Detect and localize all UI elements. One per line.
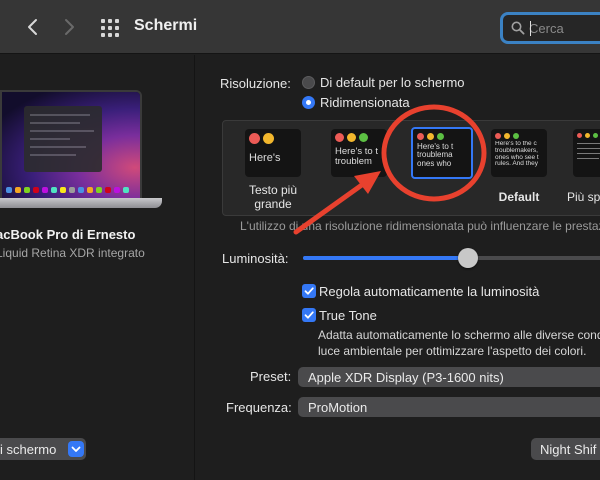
device-name: acBook Pro di Ernesto (0, 227, 136, 242)
display-sidebar: acBook Pro di Ernesto Liquid Retina XDR … (0, 55, 195, 480)
forward-button[interactable] (58, 15, 80, 39)
text-caret (530, 21, 531, 36)
display-settings-panel: Risoluzione: Di default per lo schermo R… (196, 55, 600, 480)
scale-sample-text: Here's to t troublema ones who (417, 143, 454, 168)
refresh-rate-popup[interactable]: ProMotion (298, 397, 600, 417)
night-shift-button[interactable]: Night Shif (531, 438, 600, 460)
brightness-slider[interactable] (303, 248, 600, 268)
scale-option-3[interactable]: Here's to t troublema ones who (411, 127, 473, 179)
scale-sample-text: Here's to t troublem (335, 147, 378, 167)
display-settings-label: i schermo (0, 442, 57, 457)
search-field[interactable] (500, 12, 600, 44)
scale-warning-note: L'utilizzo di una risoluzione ridimensio… (240, 219, 600, 233)
resolution-scaled-label: Ridimensionata (320, 95, 410, 110)
back-button[interactable] (22, 15, 44, 39)
refresh-rate-value: ProMotion (308, 400, 368, 415)
true-tone-label: True Tone (319, 308, 377, 323)
display-settings-button[interactable]: i schermo (0, 438, 86, 460)
laptop-screen (0, 90, 142, 200)
true-tone-description: Adatta automaticamente lo schermo alle d… (318, 328, 600, 342)
auto-brightness-checkbox[interactable] (302, 284, 316, 298)
true-tone-description-2: luce ambientale per ottimizzare l'aspett… (318, 344, 587, 358)
preset-label: Preset: (250, 369, 292, 384)
resolution-scaled-radio[interactable] (302, 96, 315, 109)
laptop-base (0, 198, 162, 208)
night-shift-label: Night Shif (540, 442, 597, 457)
resolution-label: Risoluzione: (220, 76, 291, 91)
scale-option-larger-text[interactable]: Here's (245, 129, 301, 177)
preset-value: Apple XDR Display (P3-1600 nits) (308, 370, 504, 385)
resolution-default-label: Di default per lo schermo (320, 75, 465, 90)
scale-label-more-space: Più sp (567, 190, 600, 204)
chevron-right-icon (65, 19, 74, 35)
magnifier-icon (511, 21, 525, 35)
grid-icon (101, 19, 119, 37)
scale-sample-text: Here's (249, 153, 281, 164)
brightness-slider-fill (303, 256, 468, 260)
true-tone-checkbox[interactable] (302, 308, 316, 322)
brightness-label: Luminosità: (222, 251, 289, 266)
chevron-left-icon (28, 19, 37, 35)
scale-option-more-space[interactable] (573, 129, 600, 177)
window-toolbar: Schermi (0, 0, 600, 54)
laptop-preview (0, 90, 165, 212)
window-title: Schermi (134, 17, 198, 34)
mini-dock (6, 187, 138, 195)
checkmark-icon (304, 311, 314, 319)
brightness-slider-knob[interactable] (458, 248, 478, 268)
preset-popup[interactable]: Apple XDR Display (P3-1600 nits) (298, 367, 600, 387)
search-input[interactable] (529, 19, 600, 37)
chevron-down-icon (68, 441, 84, 457)
scale-label-default: Default (498, 190, 540, 204)
mini-window (24, 106, 102, 172)
scale-sample-text: Here's to the c troublemakers, ones who … (495, 141, 539, 168)
auto-brightness-label: Regola automaticamente la luminosità (319, 284, 540, 299)
show-all-button[interactable] (100, 18, 120, 38)
scale-options: Here's Testo più grande Here's to t trou… (222, 120, 600, 216)
resolution-default-radio[interactable] (302, 76, 315, 89)
scale-option-default[interactable]: Here's to the c troublemakers, ones who … (491, 129, 547, 177)
device-subtitle: Liquid Retina XDR integrato (0, 246, 145, 260)
scale-label-larger-text: Testo più grande (248, 183, 298, 212)
refresh-rate-label: Frequenza: (226, 400, 292, 415)
checkmark-icon (304, 287, 314, 295)
scale-option-2[interactable]: Here's to t troublem (331, 129, 387, 177)
